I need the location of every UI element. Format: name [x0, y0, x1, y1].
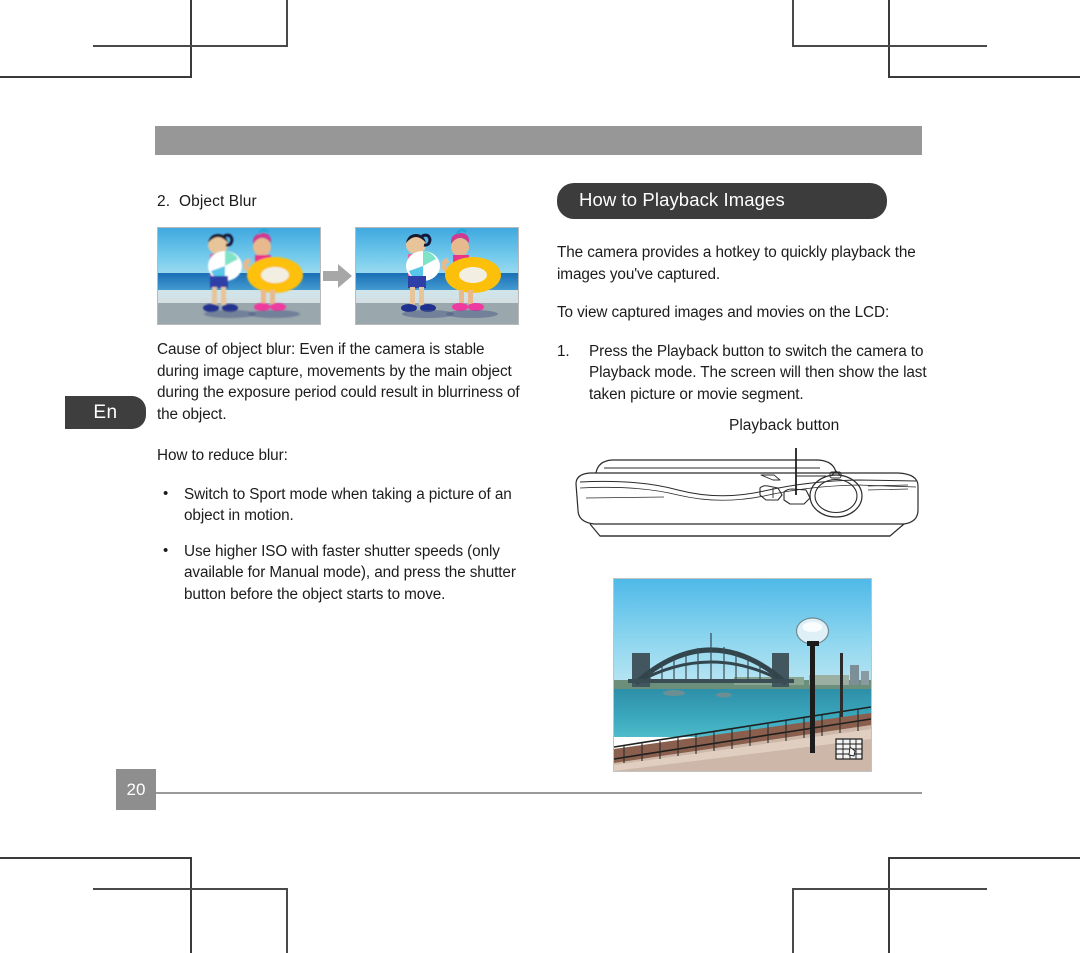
step-text: Press the Playback button to switch the … — [589, 342, 927, 404]
playback-steps: 1. Press the Playback button to switch th… — [557, 341, 927, 406]
playback-mode-icon — [835, 738, 863, 760]
lcd-preview-photo — [613, 578, 872, 772]
right-arrow-icon — [323, 264, 352, 288]
reduce-blur-heading: How to reduce blur: — [157, 447, 288, 464]
right-body-text: The camera provides a hotkey to quickly … — [557, 242, 927, 406]
intro-paragraph: The camera provides a hotkey to quickly … — [557, 244, 916, 283]
section-title-text: Object Blur — [179, 193, 257, 210]
left-content-column: 2. Object Blur Cause of object blur: Eve… — [157, 193, 522, 619]
page-header-bar — [155, 126, 922, 155]
page-number-label: 20 — [126, 779, 146, 799]
object-blur-figure — [157, 227, 522, 325]
beach-photo-before — [157, 227, 321, 325]
playback-button-callout-label: Playback button — [729, 417, 840, 434]
section-heading: 2. Object Blur — [157, 193, 522, 211]
section-number: 2. — [157, 193, 171, 210]
language-tab-label: En — [93, 401, 118, 423]
language-tab: En — [65, 396, 146, 429]
page-number: 20 — [116, 769, 156, 810]
step-marker: 1. — [557, 342, 570, 360]
playback-section-title: How to Playback Images — [557, 183, 887, 219]
list-item: Switch to Sport mode when taking a pictu… — [157, 483, 522, 527]
left-body-text: Cause of object blur: Even if the camera… — [157, 339, 522, 605]
list-item: 1. Press the Playback button to switch th… — [557, 341, 927, 406]
camera-top-view-diagram — [568, 448, 926, 548]
figure-arrow — [321, 228, 355, 324]
cause-paragraph: Cause of object blur: Even if the camera… — [157, 341, 520, 423]
footer-rule — [156, 792, 922, 794]
manual-page: En 2. Object Blur Cause of object blur: … — [0, 0, 1080, 953]
beach-photo-after — [355, 227, 519, 325]
reduce-blur-list: Switch to Sport mode when taking a pictu… — [157, 483, 522, 606]
right-content-column: How to Playback Images The camera provid… — [557, 183, 927, 406]
lead-in-paragraph: To view captured images and movies on th… — [557, 304, 890, 321]
list-item: Use higher ISO with faster shutter speed… — [157, 540, 522, 606]
